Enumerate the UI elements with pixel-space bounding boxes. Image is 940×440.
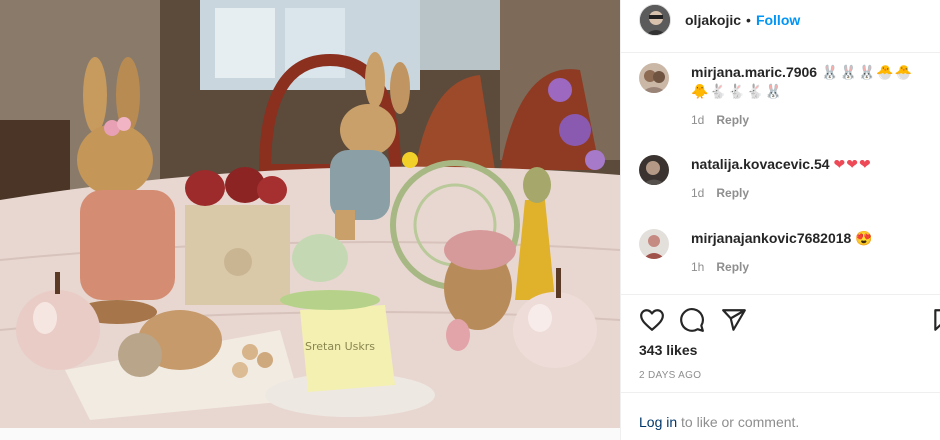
- author-avatar[interactable]: [639, 4, 671, 36]
- comment-username[interactable]: mirjana.maric.7906: [691, 64, 817, 80]
- header-dot: •: [746, 12, 751, 28]
- comment-age[interactable]: 1h: [691, 260, 704, 274]
- post-date[interactable]: 2 DAYS AGO: [639, 370, 701, 381]
- reply-button[interactable]: Reply: [716, 113, 749, 127]
- login-prompt-text: to like or comment.: [677, 414, 800, 430]
- comment-age[interactable]: 1d: [691, 186, 704, 200]
- note-text: Sretan Uskrs: [305, 340, 375, 353]
- commenter-avatar[interactable]: [639, 229, 669, 259]
- divider: [621, 392, 940, 393]
- commenter-avatar[interactable]: [639, 63, 669, 93]
- easter-table-photo: Sretan Uskrs: [0, 0, 620, 428]
- share-icon[interactable]: [721, 307, 747, 333]
- comment-age[interactable]: 1d: [691, 113, 704, 127]
- heart-icon[interactable]: [639, 307, 665, 333]
- author-username[interactable]: oljakojic: [685, 12, 741, 28]
- comments-list: mirjana.maric.7906 🐰🐰🐰🐣🐣🐥🐇🐇🐇🐰 1d Reply nat…: [621, 52, 940, 294]
- reply-button[interactable]: Reply: [716, 260, 749, 274]
- comment-username[interactable]: mirjanajankovic7682018: [691, 230, 851, 246]
- commenter-avatar[interactable]: [639, 155, 669, 185]
- login-link[interactable]: Log in: [639, 414, 677, 430]
- comment-text: 😍: [855, 230, 874, 246]
- post-header: oljakojic • Follow: [621, 0, 940, 40]
- comment-username[interactable]: natalija.kovacevic.54: [691, 156, 830, 172]
- comment-text: ❤❤❤: [833, 156, 872, 172]
- follow-button[interactable]: Follow: [756, 12, 800, 28]
- comment-icon[interactable]: [679, 307, 705, 333]
- post-side-panel: oljakojic • Follow mirjana.maric.7906 🐰🐰🐰…: [620, 0, 940, 440]
- post-photo[interactable]: Sretan Uskrs: [0, 0, 620, 428]
- login-prompt: Log in to like or comment.: [639, 414, 799, 430]
- action-bar: [621, 294, 940, 344]
- bookmark-icon[interactable]: [931, 307, 940, 333]
- likes-count[interactable]: 343 likes: [639, 342, 697, 358]
- reply-button[interactable]: Reply: [716, 186, 749, 200]
